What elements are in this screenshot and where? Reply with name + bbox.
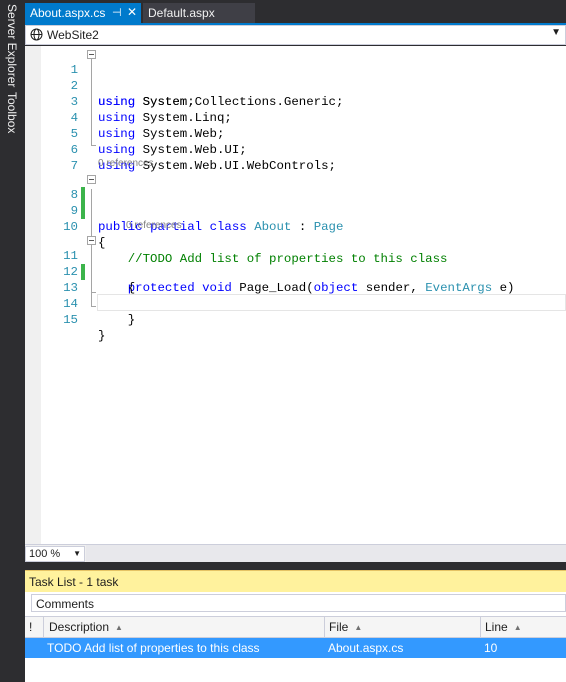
task-description: TODO Add list of properties to this clas… bbox=[47, 641, 260, 655]
toolbox-tab[interactable]: Toolbox bbox=[2, 92, 22, 138]
line-number: 15 bbox=[63, 313, 78, 327]
column-header-priority[interactable]: ! bbox=[25, 617, 44, 637]
code-line[interactable]: 15 } bbox=[25, 296, 566, 343]
task-category-value: Comments bbox=[36, 597, 95, 611]
tab-label: Default.aspx bbox=[148, 6, 215, 20]
toolbox-label: Toolbox bbox=[5, 92, 19, 134]
code-line[interactable]: 13 bbox=[25, 264, 566, 295]
code-line[interactable]: 14 } bbox=[25, 280, 566, 327]
collapse-icon[interactable] bbox=[87, 175, 96, 184]
column-header-description[interactable]: Description ▲ bbox=[45, 617, 325, 637]
sort-arrow-icon: ▲ bbox=[115, 623, 123, 632]
task-file: About.aspx.cs bbox=[328, 641, 404, 655]
code-line[interactable]: 1 using System; bbox=[25, 46, 566, 109]
collapse-icon[interactable] bbox=[87, 236, 96, 245]
pin-icon[interactable]: ⊣ bbox=[112, 6, 122, 19]
brace: } bbox=[127, 313, 136, 327]
code-line[interactable]: 2 using System.Collections.Generic; bbox=[25, 62, 566, 109]
code-line[interactable]: 5 using System.Web.UI; bbox=[25, 110, 566, 157]
change-marker bbox=[81, 203, 85, 219]
document-tab-bar: About.aspx.cs ⊣ ✕ Default.aspx bbox=[25, 0, 566, 24]
task-list-title-bar[interactable]: Task List - 1 task bbox=[25, 570, 566, 592]
code-line[interactable]: 10 //TODO Add list of properties to this… bbox=[25, 203, 566, 266]
project-name: WebSite2 bbox=[47, 28, 99, 42]
chevron-down-icon[interactable]: ▼ bbox=[551, 27, 561, 38]
task-list-row[interactable]: TODO Add list of properties to this clas… bbox=[25, 638, 566, 658]
left-dock-strip: Server Explorer Toolbox bbox=[0, 0, 25, 682]
collapse-icon[interactable] bbox=[87, 50, 96, 59]
column-label: Line bbox=[485, 620, 508, 634]
code-line[interactable]: 11 protected void Page_Load(object sende… bbox=[25, 232, 566, 295]
tab-default-aspx[interactable]: Default.aspx bbox=[143, 3, 255, 24]
close-icon[interactable]: ✕ bbox=[127, 5, 137, 19]
codelens-references[interactable]: 0 references bbox=[126, 219, 182, 233]
brace: } bbox=[98, 329, 106, 343]
code-line[interactable]: 3 using System.Linq; bbox=[25, 78, 566, 125]
code-line[interactable]: 9 { bbox=[25, 187, 566, 250]
code-line[interactable]: 7 bbox=[25, 142, 566, 173]
column-label: ! bbox=[29, 620, 33, 634]
code-line[interactable]: 8 public partial class About : Page bbox=[25, 171, 566, 234]
task-category-dropdown[interactable]: Comments bbox=[31, 594, 566, 612]
code-line[interactable]: 12 { bbox=[25, 248, 566, 295]
column-header-file[interactable]: File ▲ bbox=[325, 617, 481, 637]
code-line[interactable]: 4 using System.Web; bbox=[25, 94, 566, 141]
editor-zoom-bar: 100 % ▼ bbox=[25, 544, 566, 562]
navigation-bar-project-dropdown[interactable]: WebSite2 ▼ bbox=[25, 25, 566, 45]
task-list-column-headers: ! Description ▲ File ▲ Line ▲ bbox=[25, 616, 566, 638]
code-line[interactable]: 6 using System.Web.UI.WebControls; bbox=[25, 126, 566, 173]
zoom-value: 100 % bbox=[29, 548, 61, 560]
column-header-line[interactable]: Line ▲ bbox=[481, 617, 566, 637]
server-explorer-tab[interactable]: Server Explorer bbox=[2, 4, 22, 88]
codelens-references[interactable]: 0 references bbox=[98, 157, 154, 171]
task-line: 10 bbox=[484, 641, 498, 655]
sort-arrow-icon: ▲ bbox=[354, 623, 363, 632]
tab-label: About.aspx.cs bbox=[30, 6, 106, 20]
server-explorer-label: Server Explorer bbox=[5, 4, 19, 88]
horizontal-scrollbar[interactable] bbox=[86, 545, 566, 562]
task-list-title: Task List - 1 task bbox=[29, 575, 119, 589]
code-editor[interactable]: 1 using System; 2 using System.Collectio… bbox=[25, 46, 566, 544]
zoom-dropdown[interactable]: 100 % ▼ bbox=[25, 546, 85, 562]
sort-arrow-icon: ▲ bbox=[513, 623, 522, 632]
change-marker bbox=[81, 264, 85, 280]
task-list-panel: Comments ! Description ▲ File ▲ Line ▲ TODO… bbox=[25, 592, 566, 682]
globe-icon bbox=[30, 28, 43, 41]
tab-about-aspx-cs[interactable]: About.aspx.cs ⊣ ✕ bbox=[25, 3, 141, 24]
column-label: File bbox=[329, 620, 349, 634]
column-label: Description bbox=[49, 620, 110, 634]
chevron-down-icon[interactable]: ▼ bbox=[73, 549, 81, 558]
change-marker bbox=[81, 187, 85, 203]
